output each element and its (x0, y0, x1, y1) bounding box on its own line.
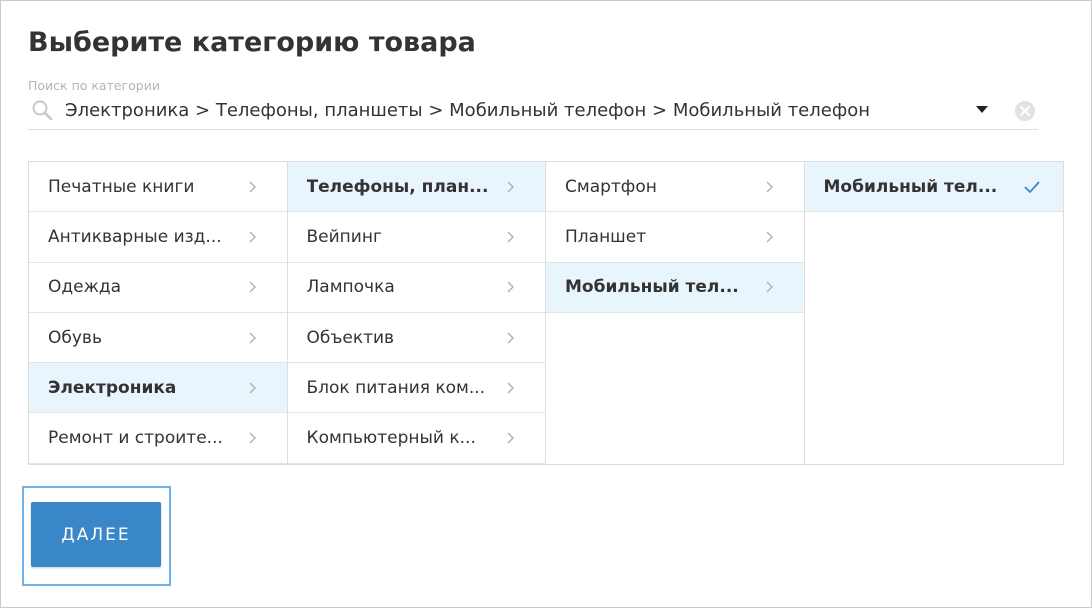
category-item-label: Электроника (48, 377, 177, 398)
search-label: Поиск по категории (28, 78, 160, 93)
search-input[interactable]: Электроника > Телефоны, планшеты > Мобил… (65, 100, 870, 121)
chevron-right-icon (766, 181, 773, 193)
category-item-label: Мобильный тел... (823, 176, 998, 197)
clear-icon[interactable] (1014, 100, 1036, 122)
category-item-label: Планшет (565, 226, 647, 247)
category-item-label: Мобильный тел... (565, 277, 739, 298)
category-item-label: Печатные книги (48, 176, 195, 197)
category-item[interactable]: Печатные книги (29, 162, 287, 213)
chevron-right-icon (249, 432, 256, 444)
category-item[interactable]: Телефоны, план... (287, 162, 545, 213)
category-columns: Печатные книги Антикварные изд... Одежда Об… (28, 161, 1064, 465)
category-item[interactable]: Планшет (546, 212, 804, 263)
checkmark-icon (1024, 181, 1040, 193)
category-search-field[interactable]: Электроника > Телефоны, планшеты > Мобил… (28, 93, 1038, 130)
chevron-right-icon (507, 382, 514, 394)
chevron-right-icon (249, 382, 256, 394)
category-item[interactable]: Антикварные изд... (29, 212, 287, 263)
category-column-3: Смартфон Планшет Мобильный тел... (546, 162, 805, 464)
category-item-label: Лампочка (306, 277, 395, 298)
chevron-right-icon (507, 231, 514, 243)
category-item[interactable]: Одежда (29, 263, 287, 313)
category-column-1: Печатные книги Антикварные изд... Одежда Об… (29, 162, 288, 464)
category-item[interactable]: Ремонт и строите... (29, 413, 287, 464)
category-item-label: Телефоны, план... (306, 176, 489, 197)
category-dialog: Выберите категорию товара Поиск по катег… (0, 0, 1092, 608)
chevron-right-icon (507, 332, 514, 344)
chevron-right-icon (507, 432, 514, 444)
category-item-label: Антикварные изд... (48, 226, 222, 247)
category-item[interactable]: Мобильный тел... (804, 162, 1063, 213)
category-item[interactable]: Объектив (287, 313, 545, 364)
category-column-4: Мобильный тел... (804, 162, 1063, 464)
chevron-right-icon (507, 281, 514, 293)
category-item[interactable]: Компьютерный к... (287, 413, 545, 464)
chevron-down-icon[interactable] (976, 106, 988, 113)
chevron-right-icon (766, 281, 773, 293)
next-button[interactable]: ДАЛЕЕ (31, 502, 161, 567)
chevron-right-icon (507, 181, 514, 193)
category-item[interactable]: Блок питания ком... (287, 363, 545, 414)
chevron-right-icon (249, 332, 256, 344)
category-item[interactable]: Обувь (29, 313, 287, 364)
page-title: Выберите категорию товара (28, 27, 476, 58)
category-column-2: Телефоны, план... Вейпинг Лампочка Объектив… (287, 162, 546, 464)
category-item-label: Одежда (48, 277, 122, 298)
category-item-label: Вейпинг (306, 226, 382, 247)
category-item-label: Блок питания ком... (306, 377, 486, 398)
chevron-right-icon (249, 181, 256, 193)
category-item-label: Ремонт и строите... (48, 428, 223, 449)
category-item[interactable]: Мобильный тел... (546, 262, 804, 313)
category-item[interactable]: Вейпинг (287, 212, 545, 263)
category-item[interactable]: Лампочка (287, 263, 545, 313)
category-item-label: Смартфон (565, 176, 657, 197)
category-item[interactable]: Электроника (29, 363, 287, 414)
category-item[interactable]: Смартфон (546, 162, 804, 213)
chevron-right-icon (249, 231, 256, 243)
category-item-label: Объектив (306, 327, 395, 348)
chevron-right-icon (766, 231, 773, 243)
category-item-label: Компьютерный к... (306, 428, 476, 449)
chevron-right-icon (249, 281, 256, 293)
search-icon (32, 100, 53, 121)
category-item-label: Обувь (48, 327, 102, 348)
